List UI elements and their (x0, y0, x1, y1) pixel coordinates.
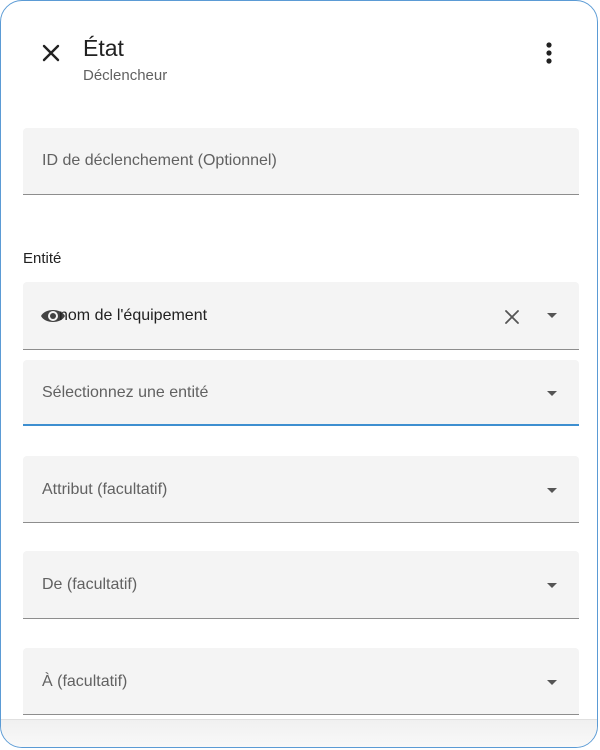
to-dropdown[interactable] (545, 676, 559, 690)
attribute-label: Attribut (facultatif) (42, 481, 168, 498)
trigger-id-input[interactable]: ID de déclenchement (Optionnel) (23, 128, 579, 195)
clear-entity-button[interactable] (501, 306, 523, 328)
dropdown-arrow-icon (547, 583, 557, 588)
dialog-subtitle: Déclencheur (83, 67, 168, 84)
clear-icon (505, 310, 519, 324)
close-button[interactable] (37, 39, 65, 67)
dropdown-arrow-icon (547, 680, 557, 685)
select-entity-input[interactable]: Sélectionnez une entité (23, 360, 579, 426)
select-entity-label: Sélectionnez une entité (42, 384, 209, 401)
entity-value: nom de l'équipement (59, 307, 208, 324)
trigger-id-label: ID de déclenchement (Optionnel) (42, 152, 277, 169)
select-entity-dropdown[interactable] (545, 387, 559, 401)
attribute-select[interactable]: Attribut (facultatif) (23, 456, 579, 523)
dialog-title: État (83, 35, 124, 61)
entity-dropdown-toggle[interactable] (545, 309, 559, 323)
dropdown-arrow-icon (547, 391, 557, 396)
from-label: De (facultatif) (42, 576, 138, 593)
to-label: À (facultatif) (42, 673, 128, 690)
entity-section-label: Entité (23, 250, 62, 267)
dialog-footer-shadow (1, 719, 597, 747)
from-dropdown[interactable] (545, 579, 559, 593)
from-state-select[interactable]: De (facultatif) (23, 551, 579, 619)
close-icon (42, 44, 60, 62)
trigger-dialog: État Déclencheur ID de déclenchement (Op… (0, 0, 598, 748)
to-state-select[interactable]: À (facultatif) (23, 648, 579, 715)
dialog-header: État Déclencheur (1, 1, 597, 101)
attribute-dropdown[interactable] (545, 484, 559, 498)
more-vertical-icon (546, 42, 552, 64)
more-options-button[interactable] (535, 39, 563, 67)
dropdown-arrow-icon (547, 488, 557, 493)
dropdown-arrow-icon (547, 313, 557, 318)
